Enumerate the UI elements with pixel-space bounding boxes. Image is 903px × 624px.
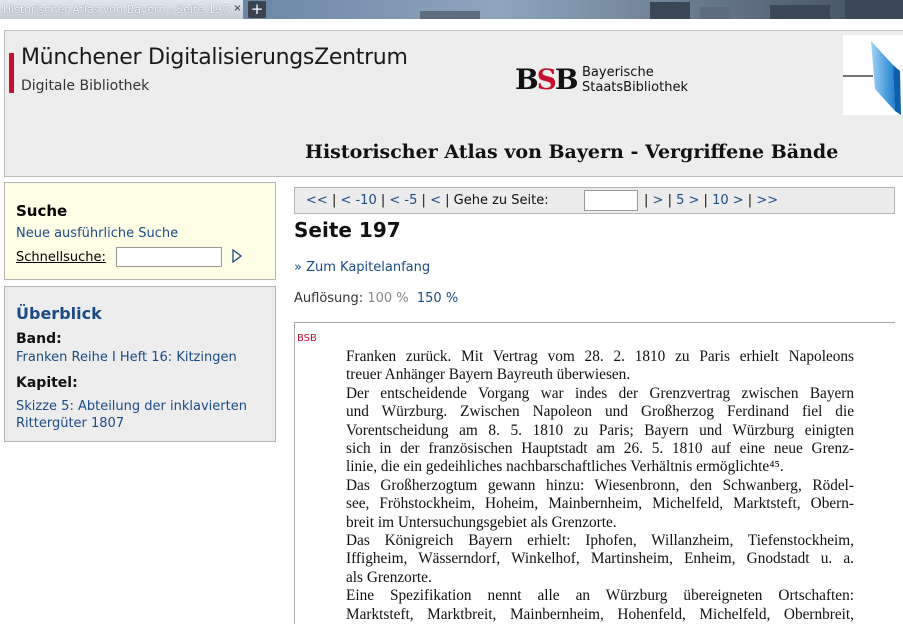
pager-separator: | — [747, 193, 753, 208]
fwd-1-link[interactable]: > — [653, 193, 664, 208]
pager-forward: | > | 5 > | 10 > | >> — [644, 193, 778, 208]
goto-page-input[interactable] — [584, 190, 638, 211]
overview-panel: Überblick Band: Franken Reihe I Heft 16:… — [4, 286, 276, 442]
pager-separator: | — [331, 193, 337, 208]
scan-line: breit im Untersuchungsgebiet als Grenzor… — [346, 513, 617, 531]
search-panel: Suche Neue ausführliche Suche Schnellsuc… — [4, 182, 276, 280]
bsb-name: Bayerische StaatsBibliothek — [582, 65, 688, 95]
scan-line: Das Königreich Bayern erhielt: Iphofen, … — [346, 532, 854, 550]
first-page-link[interactable]: << — [306, 193, 328, 208]
resolution-100-option: 100 % — [367, 291, 409, 306]
bsb-logo-b2: B — [554, 63, 579, 96]
quick-search-label: Schnellsuche: — [16, 250, 106, 265]
chapter-link-line1[interactable]: Skizze 5: Abteilung der inklavierten — [16, 399, 247, 414]
scan-line: als Grenzorte. — [346, 568, 432, 586]
skyline-decoration — [700, 7, 730, 19]
mdz-logo-title[interactable]: Münchener DigitalisierungsZentrum — [21, 45, 408, 70]
browser-tab-active[interactable]: Historischer Atlas von Bayern - Seite 19… — [0, 0, 244, 19]
chapter-link-line2[interactable]: Rittergüter 1807 — [16, 416, 124, 431]
collection-title: Historischer Atlas von Bayern - Vergriff… — [305, 141, 839, 163]
pager-separator: | — [445, 193, 450, 208]
scan-line: see, Fröhstockheim, Hoheim, Mainbernheim… — [346, 495, 854, 513]
mdz-logo-bar — [9, 53, 14, 93]
resolution-150-link[interactable]: 150 % — [417, 291, 458, 306]
blue-shard-icon — [843, 41, 901, 115]
back-5-link[interactable]: < -5 — [389, 193, 417, 208]
back-10-link[interactable]: < -10 — [340, 193, 376, 208]
quick-search-label-text: Schnellsuche: — [16, 250, 106, 265]
search-title: Suche — [16, 202, 68, 220]
resolution-label: Auflösung: — [294, 291, 364, 306]
skyline-decoration — [770, 5, 830, 19]
skyline-decoration — [420, 11, 480, 19]
skyline-decoration — [650, 2, 690, 19]
page-title: Seite 197 — [294, 218, 401, 242]
play-arrow-icon[interactable] — [232, 249, 242, 263]
skyline-decoration — [845, 0, 903, 19]
scan-left-border — [294, 322, 295, 624]
page-navigation: << | < -10 | < -5 | < | Gehe zu Seite: |… — [294, 187, 895, 214]
bsb-name-line1: Bayerische — [582, 65, 654, 80]
scan-line: und Würzburg. Zwischen Napoleon und Groß… — [346, 403, 854, 421]
goto-label: Gehe zu Seite: — [453, 193, 549, 208]
bsb-logo-b1: B — [515, 63, 539, 96]
close-icon[interactable]: × — [232, 3, 243, 15]
scan-line: sich in der französischen Hauptstadt am … — [346, 440, 854, 458]
scan-line: Vorentscheidung am 8. 5. 1810 zu Paris; … — [346, 421, 854, 439]
fwd-5-link[interactable]: 5 > — [676, 193, 699, 208]
scan-line: Eine Spezifikation nennt alle an Würzbur… — [346, 587, 854, 605]
advanced-search-link[interactable]: Neue ausführliche Suche — [16, 226, 178, 241]
scan-line: Iffigheim, Wässerndorf, Winkelhof, Marti… — [346, 550, 854, 568]
pager-back: << | < -10 | < -5 | < | Gehe zu Seite: — [306, 193, 549, 208]
quick-search-input[interactable] — [116, 247, 222, 267]
band-link[interactable]: Franken Reihe I Heft 16: Kitzingen — [16, 350, 237, 365]
resolution-selector: Auflösung: 100 % 150 % — [294, 291, 458, 306]
pager-separator: | — [644, 193, 649, 208]
band-label: Band: — [16, 331, 62, 347]
new-tab-icon[interactable]: + — [248, 1, 266, 18]
tab-title: Historischer Atlas von Bayern - Seite 19… — [3, 3, 229, 16]
bsb-logo-s: S — [536, 63, 557, 96]
bsb-name-line2: StaatsBibliothek — [582, 80, 688, 95]
scanned-page-image: Franken zurück. Mit Vertrag vom 28. 2. 1… — [346, 348, 854, 624]
pager-separator: | — [667, 193, 672, 208]
scan-line: Der entscheidende Vorgang war indes der … — [346, 384, 854, 402]
overview-title: Überblick — [16, 304, 102, 323]
bsb-logo[interactable]: BSB — [515, 63, 579, 96]
partner-logo — [843, 35, 903, 115]
chapter-start-link[interactable]: » Zum Kapitelanfang — [294, 260, 430, 275]
scan-line: Marktsteft, Marktbreit, Mainbernheim, Ho… — [346, 605, 854, 623]
fwd-10-link[interactable]: 10 > — [712, 193, 744, 208]
scan-line: Franken zurück. Mit Vertrag vom 28. 2. 1… — [346, 348, 854, 365]
scan-line: linie, die ein gedeihliches nachbarschaf… — [346, 458, 784, 476]
mdz-logo-subtitle: Digitale Bibliothek — [21, 78, 150, 94]
pager-separator: | — [703, 193, 708, 208]
scan-line: Das Großherzogtum gewann hinzu: Wiesenbr… — [346, 476, 854, 494]
scan-watermark: BSB — [297, 333, 317, 344]
last-page-link[interactable]: >> — [756, 193, 778, 208]
chapter-label: Kapitel: — [16, 375, 78, 391]
browser-tab-strip: Historischer Atlas von Bayern - Seite 19… — [0, 0, 903, 19]
scan-top-border — [294, 322, 895, 323]
scan-line: treuer Anhänger Bayern Bayreuth überwies… — [346, 366, 631, 384]
back-1-link[interactable]: < — [430, 193, 441, 208]
pager-separator: | — [380, 193, 386, 208]
site-header: Münchener DigitalisierungsZentrum Digita… — [4, 30, 903, 177]
pager-separator: | — [421, 193, 426, 208]
